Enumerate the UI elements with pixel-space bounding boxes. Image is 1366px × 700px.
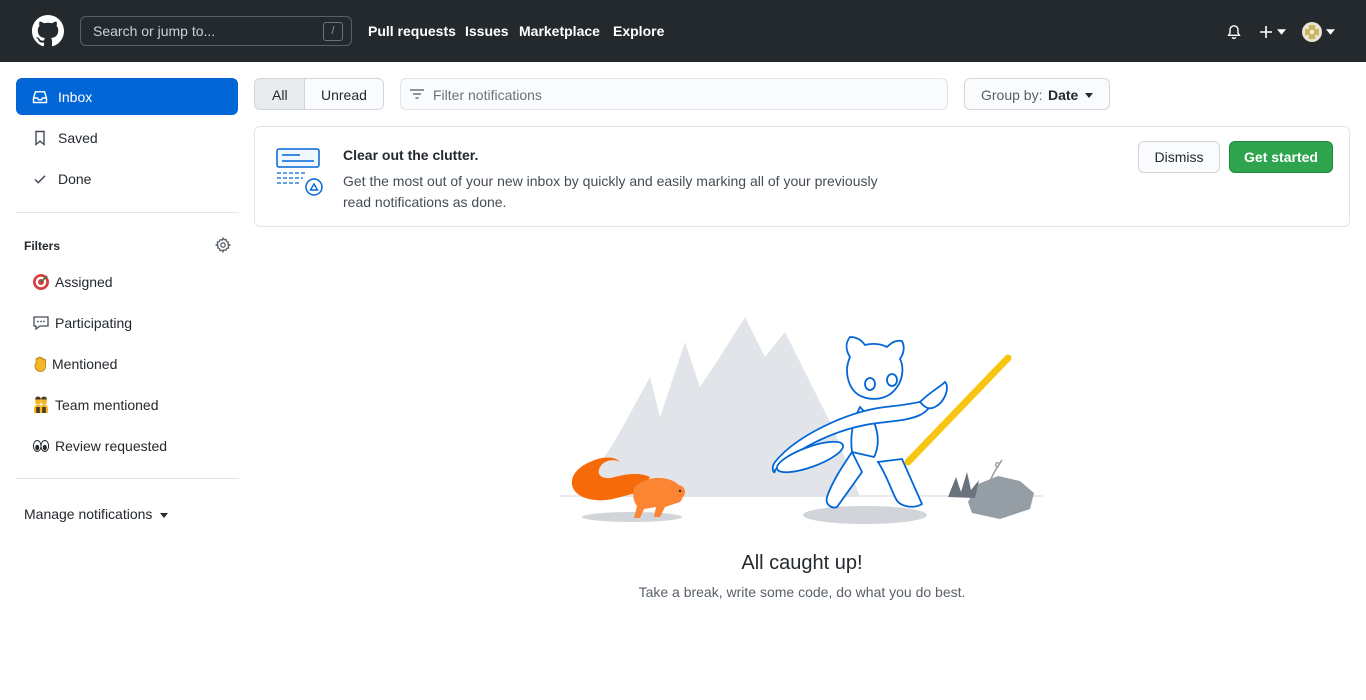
dismiss-button[interactable]: Dismiss bbox=[1138, 141, 1220, 173]
sidebar-item-label: Done bbox=[58, 171, 92, 187]
check-icon bbox=[34, 175, 46, 184]
sidebar-item-saved[interactable]: Saved bbox=[16, 119, 238, 156]
rock-illustration bbox=[948, 459, 1034, 519]
nav-issues[interactable]: Issues bbox=[465, 23, 509, 39]
group-by-value: Date bbox=[1048, 87, 1079, 103]
search-shortcut-key: / bbox=[323, 22, 343, 41]
squirrel-shadow bbox=[582, 512, 682, 522]
manage-notifications-button[interactable]: Manage notifications bbox=[24, 506, 169, 522]
filter-icon bbox=[410, 89, 424, 99]
chevron-down-icon[interactable] bbox=[1277, 29, 1286, 35]
bell-icon[interactable] bbox=[1226, 24, 1242, 40]
sidebar-item-label: Inbox bbox=[58, 89, 93, 105]
caret-down-icon bbox=[1085, 93, 1093, 98]
filters-heading: Filters bbox=[24, 239, 61, 253]
filter-label: Team mentioned bbox=[55, 397, 159, 413]
people-emoji-icon bbox=[34, 396, 48, 413]
onboarding-banner: Clear out the clutter. Get the most out … bbox=[254, 126, 1350, 227]
banner-body: Get the most out of your new inbox by qu… bbox=[343, 173, 878, 210]
group-by-prefix: Group by: bbox=[981, 87, 1043, 103]
notifications-cleanup-illustration-icon bbox=[276, 148, 323, 196]
filter-label: Assigned bbox=[55, 274, 113, 290]
dart-emoji-icon bbox=[33, 274, 49, 290]
plus-icon[interactable] bbox=[1258, 24, 1274, 40]
nav-explore[interactable]: Explore bbox=[613, 23, 664, 39]
tab-unread-label: Unread bbox=[321, 87, 367, 103]
inbox-icon bbox=[32, 91, 48, 104]
sidebar-item-label: Saved bbox=[58, 130, 98, 146]
caret-down-icon bbox=[160, 512, 169, 518]
sidebar-item-inbox[interactable]: Inbox bbox=[16, 78, 238, 115]
nav-marketplace[interactable]: Marketplace bbox=[519, 23, 600, 39]
filter-label: Participating bbox=[55, 315, 133, 331]
sidebar-divider bbox=[16, 212, 239, 213]
empty-state-title: All caught up! bbox=[741, 552, 863, 574]
filter-label: Review requested bbox=[55, 438, 168, 454]
group-by-dropdown[interactable]: Group by: Date bbox=[964, 78, 1110, 110]
banner-title: Clear out the clutter. bbox=[343, 147, 479, 163]
search-placeholder: Search or jump to... bbox=[93, 23, 216, 39]
bookmark-icon bbox=[35, 130, 45, 146]
sidebar-item-done[interactable]: Done bbox=[16, 160, 238, 197]
nav-pull-requests[interactable]: Pull requests bbox=[368, 23, 456, 39]
gear-icon[interactable] bbox=[215, 237, 231, 253]
sidebar-divider bbox=[16, 478, 239, 479]
get-started-button[interactable]: Get started bbox=[1229, 141, 1333, 173]
octocat-shadow bbox=[803, 506, 927, 524]
filter-label: Mentioned bbox=[52, 356, 118, 372]
manage-notifications-label: Manage notifications bbox=[24, 506, 153, 522]
trees-illustration bbox=[580, 317, 860, 497]
all-caught-up-illustration bbox=[560, 317, 1043, 524]
raised-hand-emoji-icon bbox=[34, 356, 46, 372]
tab-unread[interactable]: Unread bbox=[304, 78, 384, 110]
top-header: Search or jump to... / Pull requests Iss… bbox=[0, 0, 1366, 62]
empty-state-subtitle: Take a break, write some code, do what y… bbox=[638, 584, 966, 600]
filter-notifications-input[interactable]: Filter notifications bbox=[400, 78, 948, 110]
tab-all[interactable]: All bbox=[254, 78, 305, 110]
avatar-chevron-down-icon[interactable] bbox=[1326, 29, 1335, 35]
avatar[interactable] bbox=[1302, 22, 1322, 42]
search-input[interactable]: Search or jump to... / bbox=[80, 16, 352, 46]
github-logo-icon[interactable] bbox=[32, 15, 64, 47]
tab-all-label: All bbox=[272, 87, 288, 103]
filter-placeholder: Filter notifications bbox=[433, 87, 542, 103]
eyes-emoji-icon bbox=[32, 440, 50, 452]
speech-bubble-icon bbox=[33, 316, 49, 331]
